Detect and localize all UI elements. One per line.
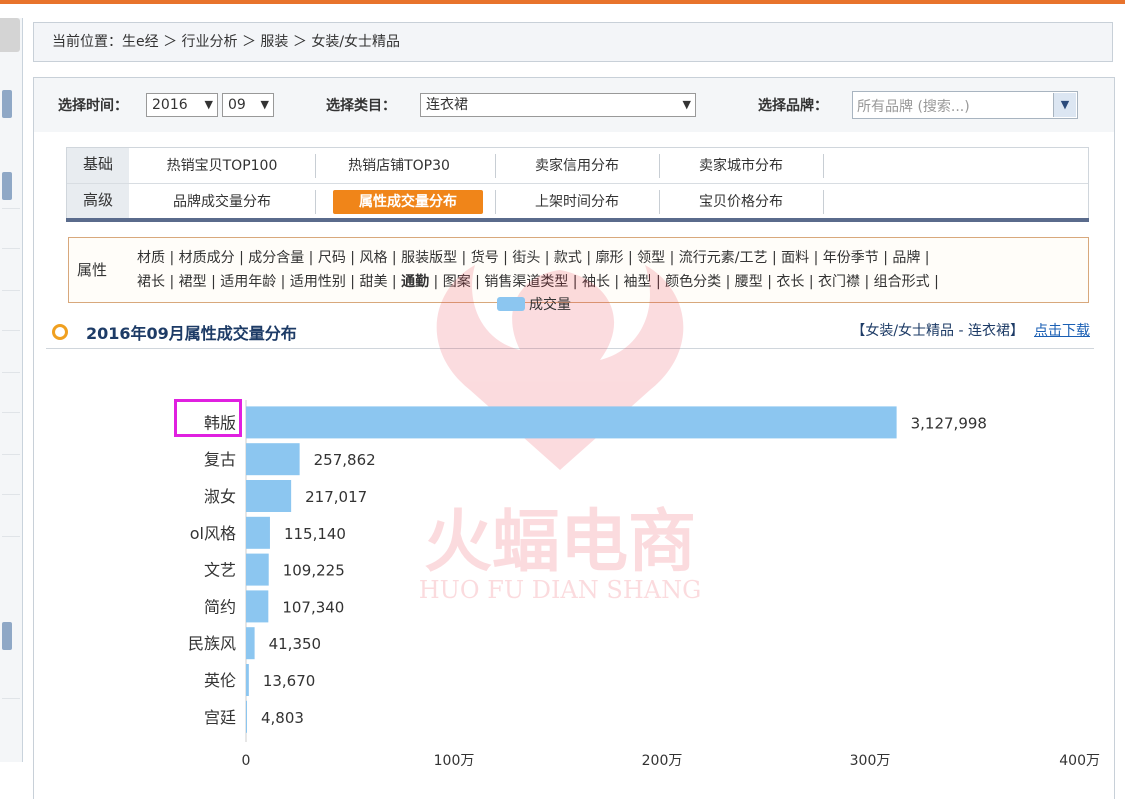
x-tick-label-3: 300万 xyxy=(850,753,891,769)
value-label-1: 257,862 xyxy=(314,451,376,469)
category-label-4: 文艺 xyxy=(204,561,236,580)
bar-8[interactable] xyxy=(246,700,247,733)
value-label-4: 109,225 xyxy=(283,562,345,580)
bar-3[interactable] xyxy=(246,516,270,549)
category-label-3: ol风格 xyxy=(190,524,236,543)
x-tick-label-4: 400万 xyxy=(1059,753,1100,769)
x-tick-label-0: 0 xyxy=(242,753,251,769)
category-label-1: 复古 xyxy=(204,450,236,469)
bar-1[interactable] xyxy=(246,443,300,476)
bar-5[interactable] xyxy=(246,590,269,623)
value-label-6: 41,350 xyxy=(269,635,322,653)
value-label-0: 3,127,998 xyxy=(911,414,987,432)
bar-7[interactable] xyxy=(246,664,249,696)
highlight-box xyxy=(174,399,242,437)
value-label-7: 13,670 xyxy=(263,672,316,690)
bar-4[interactable] xyxy=(246,553,269,586)
bar-2[interactable] xyxy=(246,480,292,512)
category-label-5: 简约 xyxy=(204,597,236,616)
bar-6[interactable] xyxy=(246,627,255,660)
value-label-3: 115,140 xyxy=(284,525,346,543)
bar-0[interactable] xyxy=(246,406,897,439)
x-tick-label-1: 100万 xyxy=(434,753,475,769)
category-label-6: 民族风 xyxy=(188,634,236,653)
value-label-5: 107,340 xyxy=(282,598,344,616)
category-label-2: 淑女 xyxy=(204,487,236,506)
x-tick-label-2: 200万 xyxy=(642,753,683,769)
bar-chart: 韩版 3,127,998复古 257,862淑女 217,017ol风格 115,140… xyxy=(188,400,1100,769)
category-label-8: 宫廷 xyxy=(204,708,236,727)
category-label-7: 英伦 xyxy=(204,671,236,690)
value-label-8: 4,803 xyxy=(261,709,304,727)
value-label-2: 217,017 xyxy=(305,488,367,506)
